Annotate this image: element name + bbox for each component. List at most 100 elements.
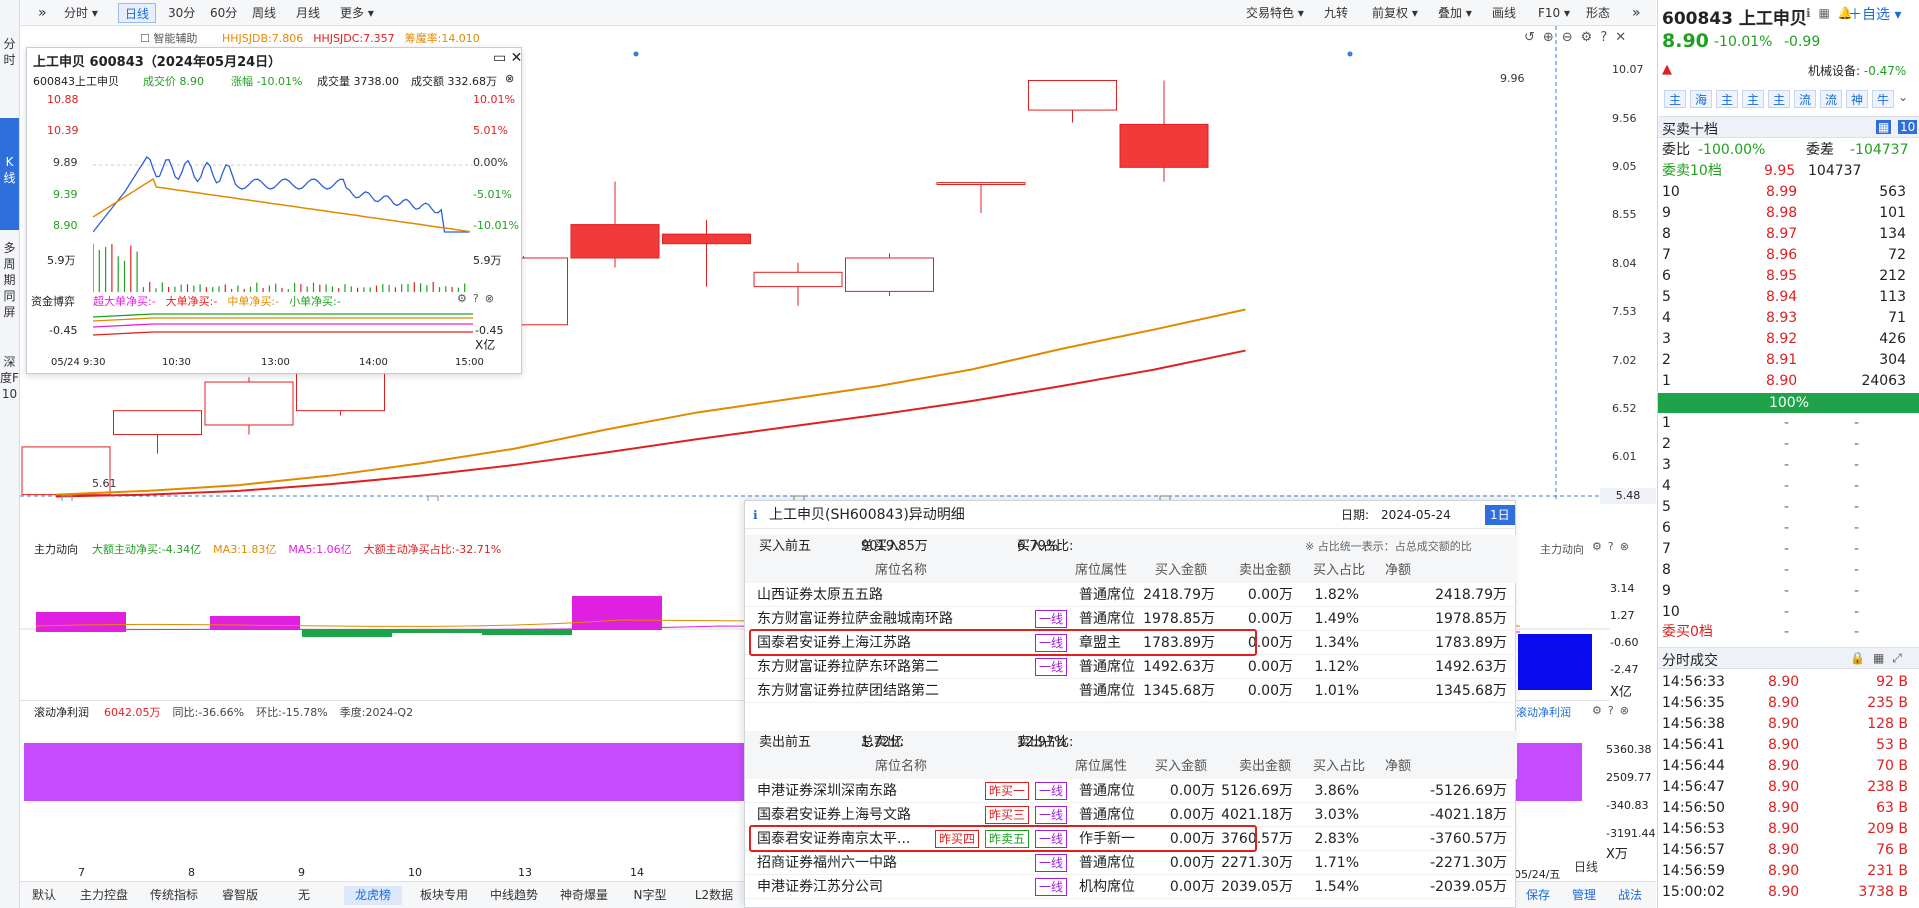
quote-tag[interactable]: 主	[1742, 90, 1764, 108]
menu-jiuzhuan[interactable]: 九转	[1318, 3, 1354, 23]
strategy-button[interactable]: 战法	[1612, 886, 1648, 905]
table-row[interactable]: 山西证券太原五五路 普通席位 2418.79万 0.00万 1.82% 2418.79万	[745, 583, 1517, 607]
period-60m[interactable]: 60分	[204, 3, 243, 23]
add-watchlist-button[interactable]: ＋自选 ▾	[1848, 4, 1901, 24]
table-row[interactable]: 东方财富证券拉萨团结路第二 普通席位 1345.68万 0.00万 1.01% 1345.…	[745, 679, 1517, 703]
fund-line	[93, 318, 473, 321]
quote-tag[interactable]: 海	[1690, 90, 1712, 108]
quote-tag[interactable]: 流	[1820, 90, 1842, 108]
sector[interactable]: 机械设备: -0.47%	[1808, 62, 1906, 79]
mid-icons[interactable]: ⚙?⊗	[1592, 540, 1635, 553]
top-dot	[1348, 52, 1353, 57]
level-vol: -	[1854, 518, 1859, 539]
trade-vol: 209 B	[1867, 819, 1908, 840]
sidebar-item-fenshi[interactable]: 分时	[0, 36, 19, 76]
period-30m[interactable]: 30分	[162, 3, 201, 23]
table-row[interactable]: 东方财富证券拉萨金融城南环路 一线 普通席位 1978.85万 0.00万 1.49% 19…	[745, 607, 1517, 631]
collapse-icon[interactable]: »	[32, 3, 53, 23]
tab-control[interactable]: 主力控盘	[72, 886, 136, 905]
level-vol: 72	[1888, 245, 1906, 266]
tab-default[interactable]: 默认	[24, 886, 64, 905]
tt-raxis-0: 10.01%	[473, 93, 515, 106]
tags-expand-icon[interactable]: ⌄	[1898, 90, 1908, 104]
level-price: 8.93	[1766, 308, 1797, 329]
level-num: 5	[1662, 287, 1671, 308]
day-button[interactable]: 1日	[1485, 505, 1515, 525]
trade-time: 15:00:02	[1662, 882, 1725, 903]
menu-f10[interactable]: F10 ▾	[1532, 3, 1576, 23]
tab-midtrend[interactable]: 中线趋势	[482, 886, 546, 905]
tab-n-shape[interactable]: N字型	[622, 886, 678, 905]
seat-attr: 普通席位	[1079, 679, 1135, 703]
chart-icons[interactable]: ↺⊕⊖⚙?✕	[1524, 30, 1634, 45]
ten-level-button[interactable]: 10	[1898, 120, 1917, 134]
level-num: 2	[1662, 434, 1671, 455]
period-more[interactable]: 更多 ▾	[334, 3, 380, 23]
menu-overlay[interactable]: 叠加 ▾	[1432, 3, 1478, 23]
intraday-tooltip: 上工申贝 600843（2024年05月24日） ▭ ✕ 600843上工申贝 …	[26, 47, 522, 374]
quote-tag[interactable]: 主	[1716, 90, 1738, 108]
trade-icons[interactable]: 🔒▦⤢	[1850, 651, 1910, 666]
period-daily[interactable]: 日线	[118, 3, 156, 23]
trade-row: 14:56:47 8.90 238 B	[1658, 777, 1919, 798]
tab-sector[interactable]: 板块专用	[412, 886, 476, 905]
quote-tag[interactable]: 神	[1846, 90, 1868, 108]
fund-icons[interactable]: ⚙?⊗	[457, 292, 500, 305]
quote-tag[interactable]: 主	[1664, 90, 1686, 108]
level-price: -	[1784, 518, 1789, 539]
tab-l2[interactable]: L2数据	[684, 886, 744, 905]
period-fenshi[interactable]: 分时 ▾	[58, 3, 104, 23]
table-row[interactable]: 国泰君安证券上海号文路 昨买三 一线 普通席位 0.00万 4021.18万 3.03% -4…	[745, 803, 1517, 827]
level-num: 2	[1662, 350, 1671, 371]
menu-adjust[interactable]: 前复权 ▾	[1366, 3, 1424, 23]
seat-name: 东方财富证券拉萨团结路第二	[757, 679, 939, 703]
manage-button[interactable]: 管理	[1566, 886, 1602, 905]
tab-none[interactable]: 无	[276, 886, 332, 905]
buy0-label: 委买0档	[1662, 622, 1713, 643]
candle-body	[1120, 124, 1208, 167]
trade-time: 14:56:59	[1662, 861, 1725, 882]
level-num: 7	[1662, 539, 1671, 560]
tooltip-code: 600843上工申贝	[33, 73, 119, 89]
save-button[interactable]: 保存	[1520, 886, 1556, 905]
sidebar-item-f10[interactable]: 深度F10	[0, 354, 19, 450]
table-row[interactable]: 东方财富证券拉萨东环路第二 一线 普通席位 1492.63万 0.00万 1.12% 149…	[745, 655, 1517, 679]
menu-pattern[interactable]: 形态	[1580, 3, 1616, 23]
expand-icon[interactable]: »	[1626, 3, 1647, 23]
tooltip-x-icon[interactable]: ⊗	[505, 72, 514, 85]
quote-tag[interactable]: 牛	[1872, 90, 1894, 108]
tab-dragon-tiger[interactable]: 龙虎榜	[344, 886, 402, 905]
period-weekly[interactable]: 周线	[246, 3, 282, 23]
table-row[interactable]: 申港证券深圳深南东路 昨买一 一线 普通席位 0.00万 5126.69万 3.86% -51…	[745, 779, 1517, 803]
table-row[interactable]: 申港证券江苏分公司 一线 机构席位 0.00万 2039.05万 1.54% -2039.0…	[745, 875, 1517, 899]
profit-icons[interactable]: ⚙?⊗	[1592, 704, 1635, 717]
tooltip-close-icon[interactable]: ▭ ✕	[493, 50, 522, 66]
panel-title: 上工申贝(SH600843)异动明细	[769, 501, 965, 529]
depth-buy-row: 3--	[1658, 455, 1919, 476]
net-amount: 1492.63万	[1435, 655, 1507, 679]
tt-laxis-3: 9.39	[53, 188, 78, 201]
menu-draw[interactable]: 画线	[1486, 3, 1522, 23]
buy-ratio: 3.03%	[1315, 803, 1359, 827]
quote-tag[interactable]: 主	[1768, 90, 1790, 108]
mid-axis-3: -2.47	[1610, 663, 1638, 676]
tooltip-vol: 成交量 3738.00	[317, 73, 399, 89]
period-label[interactable]: 日线	[1568, 858, 1604, 877]
table-header-5: 净额	[1385, 755, 1411, 779]
depth-title: 买卖十档	[1662, 119, 1718, 139]
sidebar-item-multi-period[interactable]: 多周期同屏	[0, 240, 19, 336]
quote-tag[interactable]: 流	[1794, 90, 1816, 108]
mid-axis-0: 3.14	[1610, 582, 1635, 595]
price-axis-tick: 8.04	[1612, 257, 1637, 270]
level2-icon[interactable]: ▦	[1876, 120, 1891, 134]
period-monthly[interactable]: 月线	[290, 3, 326, 23]
tab-traditional[interactable]: 传统指标	[142, 886, 206, 905]
sidebar-item-kline[interactable]: K线	[0, 118, 19, 230]
depth-sell-row: 3 8.92 426	[1658, 329, 1919, 350]
trade-row: 14:56:57 8.90 76 B	[1658, 840, 1919, 861]
seat-tag: 昨买三	[985, 806, 1029, 824]
menu-trade-feature[interactable]: 交易特色 ▾	[1240, 3, 1310, 23]
table-row[interactable]: 招商证券福州六一中路 一线 普通席位 0.00万 2271.30万 1.71% -2271.…	[745, 851, 1517, 875]
tab-ruizhi[interactable]: 睿智版	[212, 886, 268, 905]
tab-volume[interactable]: 神奇爆量	[552, 886, 616, 905]
